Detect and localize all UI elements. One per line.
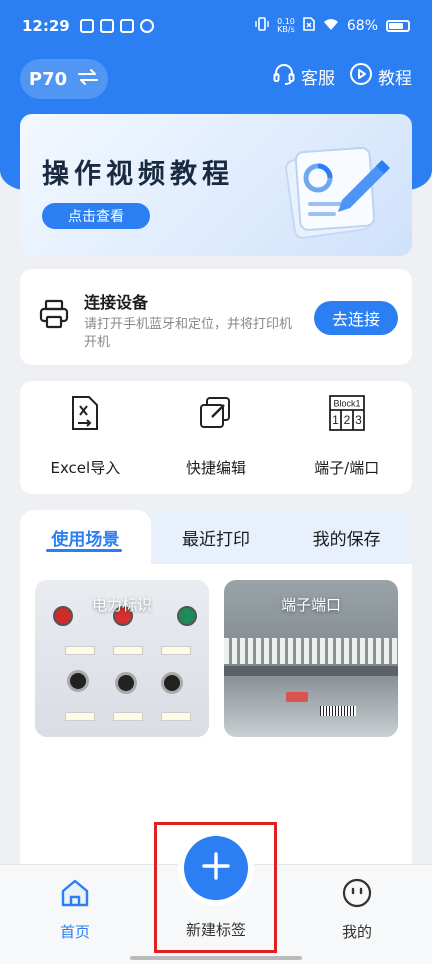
- tab-recent-prints[interactable]: 最近打印: [151, 510, 282, 564]
- scene-label: 电力标识: [91, 596, 152, 614]
- annotation-highlight-box: [154, 822, 277, 953]
- tab-usage-scenes[interactable]: 使用场景: [20, 510, 151, 564]
- scene-tile-power-labels[interactable]: 电力标识: [35, 580, 209, 737]
- tab-my-saves[interactable]: 我的保存: [281, 510, 412, 564]
- quick-edit-icon: [198, 395, 234, 431]
- knob-image: [161, 672, 183, 694]
- headset-icon: [272, 62, 296, 91]
- document-pen-illustration-icon: [284, 134, 394, 243]
- label-tag-image: [65, 712, 95, 721]
- excel-import-label: Excel导入: [50, 459, 121, 477]
- terminal-icon-cell-2: 2: [343, 413, 350, 427]
- terminal-port-label: 端子/端口: [314, 459, 380, 477]
- excel-import-button[interactable]: Excel导入: [20, 381, 151, 494]
- customer-service-label: 客服: [301, 69, 335, 89]
- vibrate-icon: [255, 17, 269, 35]
- video-tutorial-banner[interactable]: 操作视频教程 点击查看: [20, 114, 412, 256]
- tools-card: Excel导入 快捷编辑 Block1 1 2 3 端子/端口: [20, 381, 412, 494]
- scene-label: 端子端口: [280, 596, 341, 614]
- knob-image: [115, 672, 137, 694]
- terminal-icon-cell-3: 3: [355, 413, 362, 427]
- quick-edit-button[interactable]: 快捷编辑: [151, 381, 282, 494]
- sim-icon: [303, 17, 315, 35]
- terminal-block-image: [224, 638, 398, 664]
- home-indicator: [130, 956, 302, 960]
- nav-home[interactable]: 首页: [30, 877, 120, 942]
- status-indicators: 0.10 KB/s 68%: [255, 17, 410, 35]
- network-speed: 0.10 KB/s: [277, 18, 295, 34]
- device-switch-button[interactable]: P70: [20, 59, 108, 99]
- notification-icon: [139, 19, 154, 33]
- notification-icon: [99, 19, 114, 33]
- label-tag-image: [65, 646, 95, 655]
- battery-icon: [386, 20, 410, 32]
- terminal-rail-image: [224, 666, 398, 676]
- tutorial-button[interactable]: 教程: [349, 62, 412, 91]
- wifi-icon: [323, 18, 339, 35]
- banner-title: 操作视频教程: [42, 159, 234, 190]
- home-icon: [59, 877, 91, 913]
- status-bar: 12:29 0.10 KB/s 68%: [0, 0, 432, 52]
- notification-icon: [79, 19, 94, 33]
- connect-title: 连接设备: [84, 293, 149, 312]
- terminal-marker-image: [286, 692, 308, 702]
- scene-tabs: 使用场景 最近打印 我的保存: [20, 510, 412, 564]
- connect-device-card: 连接设备 请打开手机蓝牙和定位，并将打印机开机 去连接: [20, 269, 412, 365]
- label-tag-image: [161, 646, 191, 655]
- terminal-icon-cell-1: 1: [332, 413, 339, 427]
- quick-edit-label: 快捷编辑: [186, 459, 247, 477]
- knob-image: [67, 670, 89, 692]
- label-tag-image: [161, 712, 191, 721]
- terminal-port-icon: Block1 1 2 3: [328, 395, 365, 431]
- excel-import-icon: [70, 395, 100, 431]
- nav-mine[interactable]: 我的: [312, 877, 402, 942]
- tab-label: 最近打印: [182, 529, 250, 550]
- nav-mine-label: 我的: [341, 923, 372, 941]
- terminal-port-button[interactable]: Block1 1 2 3 端子/端口: [281, 381, 412, 494]
- connect-button[interactable]: 去连接: [314, 301, 398, 335]
- header-actions: 客服 教程: [272, 62, 412, 91]
- tutorial-label: 教程: [378, 69, 412, 89]
- connect-description: 请打开手机蓝牙和定位，并将打印机开机: [84, 317, 293, 350]
- play-circle-icon: [349, 62, 373, 91]
- label-tag-image: [113, 712, 143, 721]
- switch-arrows-icon: [77, 68, 99, 91]
- scene-tile-terminal-ports[interactable]: 端子端口: [224, 580, 398, 737]
- banner-view-button[interactable]: 点击查看: [42, 203, 150, 229]
- tab-label: 使用场景: [51, 529, 120, 550]
- profile-face-icon: [341, 877, 373, 913]
- nav-home-label: 首页: [59, 923, 90, 941]
- label-tag-image: [113, 646, 143, 655]
- battery-percent: 68%: [346, 18, 378, 34]
- terminal-icon-block-text: Block1: [333, 399, 360, 409]
- printer-icon: [38, 298, 70, 334]
- device-name: P70: [28, 68, 68, 90]
- notification-icon: [119, 19, 134, 33]
- active-tab-indicator: [46, 549, 122, 552]
- status-time: 12:29: [22, 17, 70, 35]
- tab-label: 我的保存: [312, 529, 381, 550]
- customer-service-button[interactable]: 客服: [272, 62, 335, 91]
- barcode-image: [320, 706, 356, 716]
- network-speed-unit: KB/s: [277, 25, 295, 34]
